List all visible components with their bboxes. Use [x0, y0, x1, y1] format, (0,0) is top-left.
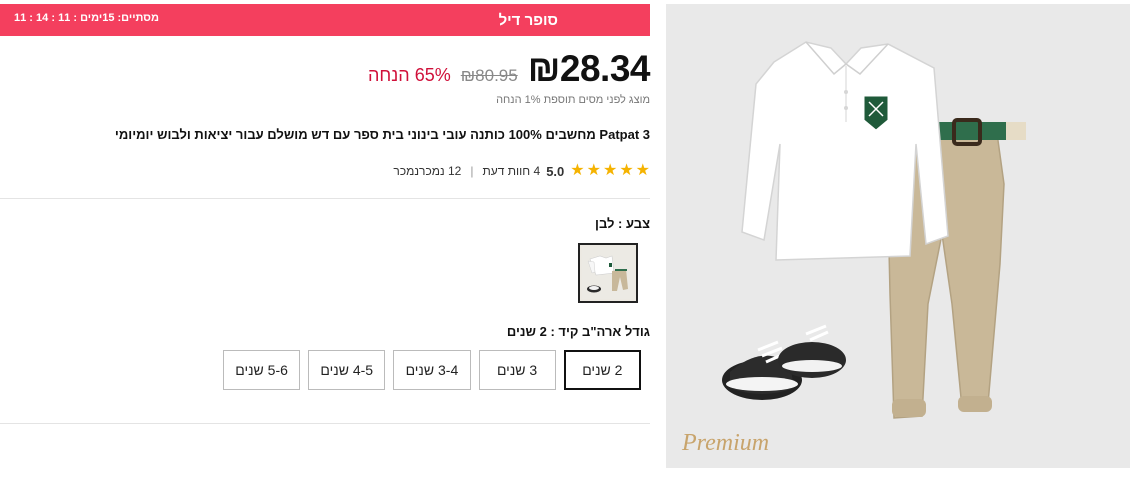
current-price: ₪28.34 [527, 48, 651, 89]
premium-badge: Premium [681, 430, 769, 456]
tax-note: מוצג לפני מסים תוספת 1% הנחה [496, 94, 650, 106]
size-option-5-6-years[interactable]: 5-6 שנים [222, 350, 301, 390]
star-icon: ★ [586, 162, 601, 179]
color-label: צבע : לבן [595, 216, 650, 231]
deal-title: סופר דיל [498, 11, 558, 29]
size-label: גודל ארה"ב קיד : 2 שנים [506, 324, 650, 339]
review-count-link[interactable]: 4 חוות דעת [482, 164, 540, 178]
star-icon: ★ [619, 162, 634, 179]
sold-count: 12 נמכרנמכר [393, 164, 462, 178]
section-divider [0, 198, 650, 199]
product-image[interactable]: Premium [666, 4, 1130, 468]
outfit-thumbnail-icon [582, 247, 634, 299]
rating-row[interactable]: ★ ★ ★ ★ ★ 5.0 4 חוות דעת | 12 נמכרנמכר [393, 163, 650, 179]
discount-badge: 65% הנחה [368, 65, 451, 85]
star-icon: ★ [635, 162, 650, 179]
color-swatch-white[interactable] [578, 243, 638, 303]
size-options: 2 שנים 3 שנים 3-4 שנים 4-5 שנים 5-6 שנים [222, 350, 641, 390]
original-price: ₪80.95 [460, 66, 518, 85]
product-title: Patpat 3 מחשבים 100% כותנה עובי בינוני ב… [114, 127, 650, 142]
rating-value: 5.0 [546, 163, 565, 179]
separator: | [470, 164, 474, 178]
size-option-3-4-years[interactable]: 3-4 שנים [393, 350, 471, 390]
size-option-2-years[interactable]: 2 שנים [563, 350, 641, 390]
super-deal-banner: סופר דיל מסתיים: 15ימים : 11 : 14 : 11 [0, 4, 650, 36]
product-info-panel: סופר דיל מסתיים: 15ימים : 11 : 14 : 11 ₪… [0, 0, 651, 496]
deal-countdown: מסתיים: 15ימים : 11 : 14 : 11 [14, 12, 159, 24]
rating-stars: ★ ★ ★ ★ ★ [570, 163, 650, 179]
section-divider [0, 423, 650, 424]
size-option-4-5-years[interactable]: 4-5 שנים [308, 350, 386, 390]
outfit-illustration: Premium [666, 4, 1130, 468]
star-icon: ★ [602, 162, 618, 179]
star-icon: ★ [570, 162, 585, 179]
price-row: ₪28.34 ₪80.95 65% הנחה [368, 48, 650, 90]
size-option-3-years[interactable]: 3 שנים [478, 350, 556, 390]
